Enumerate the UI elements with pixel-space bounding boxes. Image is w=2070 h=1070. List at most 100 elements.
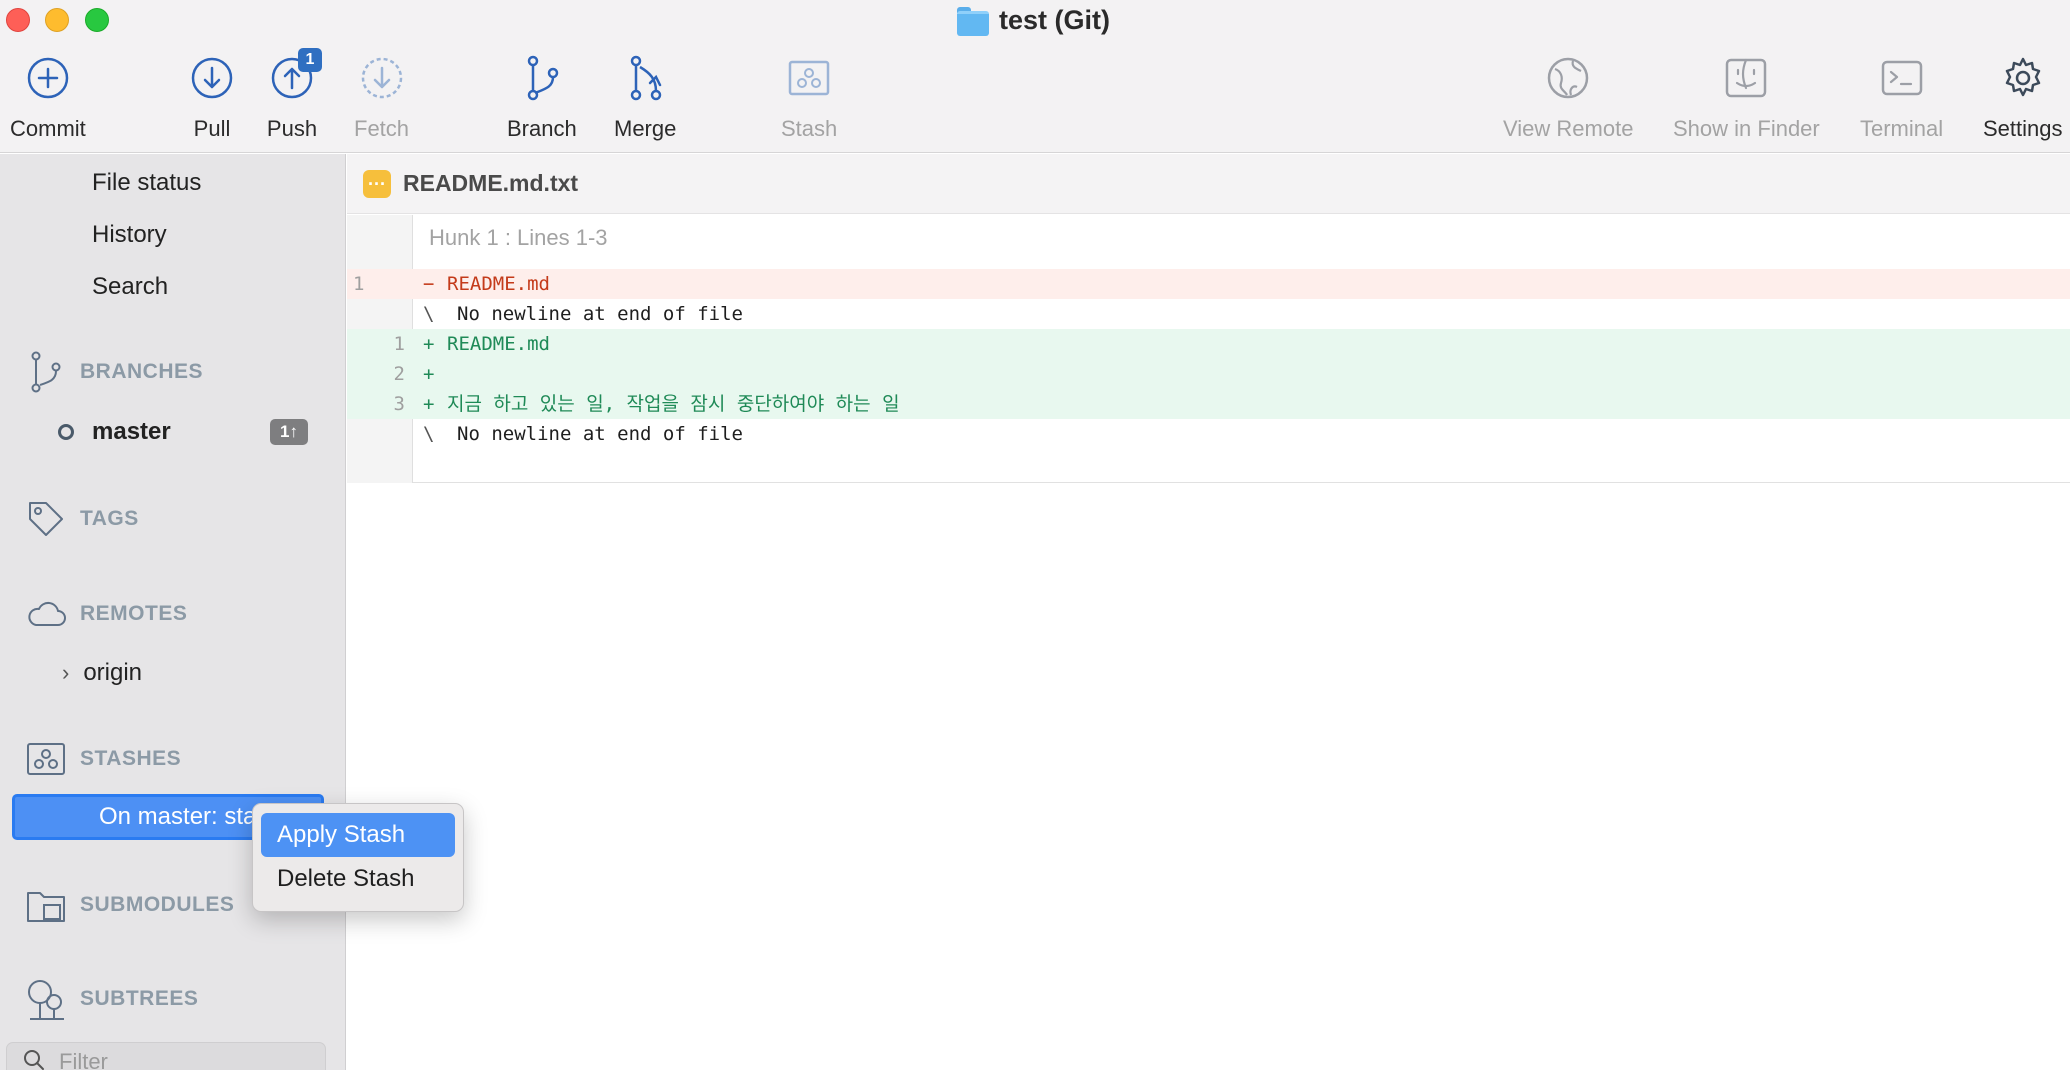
file-name: README.md.txt [403, 170, 579, 196]
push-button[interactable]: 1 Push [266, 48, 322, 142]
pull-label: Pull [193, 116, 231, 141]
filter-input[interactable] [59, 1049, 299, 1070]
diff-line-note[interactable]: \ No newline at end of file [347, 419, 2070, 449]
new-line-number: 2 [393, 363, 405, 385]
window-title-text: test (Git) [999, 4, 1110, 35]
tag-icon [26, 499, 66, 539]
stash-context-menu: Apply Stash Delete Stash [252, 803, 464, 912]
remotes-section-header[interactable]: REMOTES [26, 594, 187, 634]
finder-icon [1720, 52, 1772, 104]
gear-icon [1997, 52, 2049, 104]
branch-name: master [92, 418, 171, 445]
settings-button[interactable]: Settings [1983, 52, 2063, 142]
tags-section-header[interactable]: TAGS [26, 499, 139, 539]
arrow-down-circle-icon [186, 52, 238, 104]
diff-line-text: No newline at end of file [457, 423, 743, 445]
branch-icon [26, 351, 66, 393]
stash-icon [26, 739, 66, 779]
merge-label: Merge [614, 116, 677, 141]
subtree-icon [26, 979, 66, 1020]
diff-hunk: Hunk 1 : Lines 1-3 1 − README.md \ No ne… [347, 215, 2070, 483]
push-label: Push [266, 116, 318, 141]
apply-stash-menu-item[interactable]: Apply Stash [261, 813, 455, 857]
diff-line-added[interactable]: 2 + [347, 359, 2070, 389]
chevron-right-icon[interactable]: › [62, 660, 69, 686]
stashes-section-header[interactable]: STASHES [26, 739, 181, 779]
diff-line-text: README.md [447, 333, 550, 355]
diff-line-note[interactable]: \ No newline at end of file [347, 299, 2070, 329]
search-icon [23, 1049, 45, 1070]
minimize-window-button[interactable] [45, 8, 69, 32]
stash-label: Stash [781, 116, 838, 141]
subtrees-heading: SUBTREES [80, 987, 199, 1010]
diff-line-text: No newline at end of file [457, 303, 743, 325]
commit-button[interactable]: Commit [10, 52, 86, 142]
remote-item-origin[interactable]: › origin [62, 659, 142, 687]
diff-marker: \ [423, 303, 435, 325]
commit-label: Commit [10, 116, 86, 141]
view-remote-label: View Remote [1503, 116, 1634, 141]
push-count-badge: 1 [298, 48, 322, 72]
merge-icon [619, 52, 671, 104]
file-header: ··· README.md.txt [347, 154, 2070, 214]
diff-marker: + [423, 393, 435, 415]
diff-line-added[interactable]: 3 + 지금 하고 있는 일, 작업을 잠시 중단하여야 하는 일 [347, 389, 2070, 419]
zoom-window-button[interactable] [85, 8, 109, 32]
hunk-header: Hunk 1 : Lines 1-3 [429, 225, 608, 250]
show-in-finder-button[interactable]: Show in Finder [1673, 52, 1820, 142]
globe-icon [1542, 52, 1594, 104]
close-window-button[interactable] [6, 8, 30, 32]
terminal-label: Terminal [1860, 116, 1944, 141]
tags-heading: TAGS [80, 507, 139, 530]
subtrees-section-header[interactable]: SUBTREES [26, 979, 199, 1020]
diff-line-text: 지금 하고 있는 일, 작업을 잠시 중단하여야 하는 일 [447, 393, 900, 415]
sidebar-item-search[interactable]: Search [92, 273, 168, 301]
diff-line-added[interactable]: 1 + README.md [347, 329, 2070, 359]
diff-pane: ··· README.md.txt Hunk 1 : Lines 1-3 1 −… [347, 154, 2070, 1070]
folder-icon [957, 7, 989, 36]
old-line-number: 1 [353, 273, 365, 295]
ahead-count-badge: 1↑ [270, 419, 308, 445]
diff-marker: + [423, 333, 435, 355]
cloud-icon [26, 594, 66, 634]
sidebar-item-history[interactable]: History [92, 221, 167, 249]
merge-button[interactable]: Merge [614, 52, 676, 142]
stash-icon [783, 52, 835, 104]
toolbar: test (Git) Commit Pull 1 Push Fetch Bran… [0, 0, 2070, 153]
remotes-heading: REMOTES [80, 602, 188, 625]
current-branch-indicator [58, 424, 74, 440]
fetch-button[interactable]: Fetch [354, 52, 409, 142]
branch-button[interactable]: Branch [507, 52, 577, 142]
pull-button[interactable]: Pull [186, 52, 238, 142]
fetch-label: Fetch [354, 116, 410, 141]
submodules-section-header[interactable]: SUBMODULES [26, 885, 234, 925]
sidebar: File status History Search BRANCHES mast… [0, 154, 346, 1070]
terminal-icon [1876, 52, 1928, 104]
sidebar-item-file-status[interactable]: File status [92, 169, 201, 197]
new-line-number: 3 [393, 393, 405, 415]
arrow-up-circle-icon: 1 [266, 48, 322, 104]
plus-circle-icon [22, 52, 74, 104]
submodules-heading: SUBMODULES [80, 893, 235, 916]
terminal-button[interactable]: Terminal [1860, 52, 1943, 142]
delete-stash-menu-item[interactable]: Delete Stash [261, 857, 455, 901]
branches-section-header[interactable]: BRANCHES [26, 351, 204, 393]
diff-line-deleted[interactable]: 1 − README.md [347, 269, 2070, 299]
stash-button[interactable]: Stash [781, 52, 837, 142]
submodule-icon [26, 885, 66, 925]
diff-marker: \ [423, 423, 435, 445]
modified-file-icon: ··· [363, 169, 391, 198]
fetch-icon [356, 52, 408, 104]
branch-label: Branch [507, 116, 577, 141]
settings-label: Settings [1983, 116, 2063, 141]
diff-line-text: README.md [447, 273, 550, 295]
sidebar-filter [6, 1042, 326, 1070]
new-line-number: 1 [393, 333, 405, 355]
show-in-finder-label: Show in Finder [1673, 116, 1820, 141]
window-title: test (Git) [957, 3, 1110, 37]
diff-marker: + [423, 363, 435, 385]
branches-heading: BRANCHES [80, 360, 204, 383]
remote-name: origin [83, 659, 143, 686]
branch-item-master[interactable]: master 1↑ [58, 416, 308, 448]
view-remote-button[interactable]: View Remote [1503, 52, 1633, 142]
